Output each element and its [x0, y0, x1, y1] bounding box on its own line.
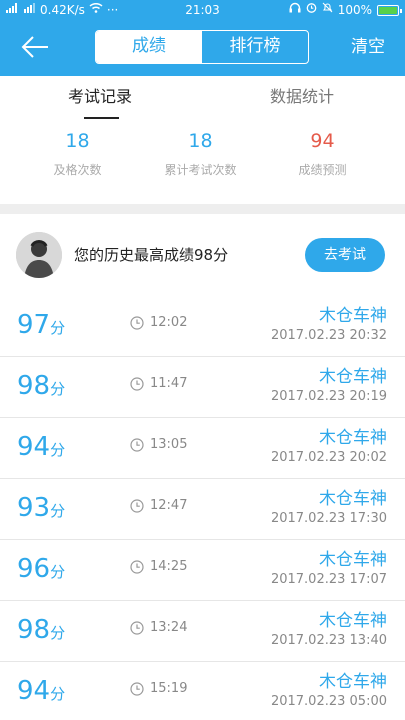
arrow-left-icon	[21, 36, 48, 58]
record-user-name: 木仓车神	[319, 367, 387, 387]
record-user-name: 木仓车神	[319, 306, 387, 326]
best-score-row: 您的历史最高成绩98分 去考试	[0, 214, 405, 296]
record-score: 98分	[17, 613, 65, 650]
record-duration: 15:19	[150, 681, 188, 696]
back-button[interactable]	[18, 32, 54, 62]
mute-icon	[322, 0, 333, 20]
battery-icon	[377, 4, 402, 16]
list-item[interactable]: 94分 13:05 木仓车神 2017.02.23 20:02	[0, 418, 405, 479]
stats-row: 18 及格次数 18 累计考试次数 94 成绩预测	[0, 126, 405, 196]
header: 成绩 排行榜 清空	[0, 20, 405, 76]
best-score-text: 您的历史最高成绩98分	[74, 246, 229, 264]
list-item[interactable]: 93分 12:47 木仓车神 2017.02.23 17:30	[0, 479, 405, 540]
active-tab-indicator	[84, 117, 119, 119]
score-unit: 分	[50, 441, 66, 459]
score-value: 98	[17, 615, 51, 645]
score-value: 97	[17, 310, 51, 340]
score-value: 96	[17, 554, 51, 584]
stat-label: 成绩预测	[298, 163, 347, 177]
tab-exam-records[interactable]: 考试记录	[68, 86, 132, 108]
record-date: 2017.02.23 13:40	[270, 633, 387, 648]
sub-tabs: 考试记录 数据统计	[0, 76, 405, 122]
record-user-name: 木仓车神	[319, 489, 387, 509]
record-duration: 12:02	[150, 315, 188, 330]
record-date: 2017.02.23 05:00	[270, 694, 387, 709]
status-right: 100%	[289, 0, 402, 20]
tab-ranking[interactable]: 排行榜	[202, 31, 308, 63]
record-duration: 13:24	[150, 620, 188, 635]
clock-icon	[130, 621, 144, 635]
status-bar: 0.42K/s ··· 21:03 100%	[0, 0, 405, 20]
stat-value: 18	[65, 130, 90, 152]
record-duration: 11:47	[150, 376, 188, 391]
record-user-name: 木仓车神	[319, 550, 387, 570]
clock-icon	[130, 682, 144, 696]
tab-score[interactable]: 成绩	[96, 31, 202, 63]
score-unit: 分	[50, 380, 66, 398]
stat-score-prediction: 94 成绩预测	[255, 126, 390, 178]
score-unit: 分	[50, 685, 66, 703]
score-unit: 分	[50, 319, 66, 337]
record-user-name: 木仓车神	[319, 428, 387, 448]
stat-value: 94	[310, 130, 335, 152]
battery-percent: 100%	[337, 3, 372, 17]
list-item[interactable]: 98分 13:24 木仓车神 2017.02.23 13:40	[0, 601, 405, 662]
records-list: 97分 12:02 木仓车神 2017.02.23 20:32 98分 11:47 木仓车神…	[0, 296, 405, 720]
clock-icon	[130, 377, 144, 391]
list-item[interactable]: 96分 14:25 木仓车神 2017.02.23 17:07	[0, 540, 405, 601]
record-score: 96分	[17, 552, 65, 589]
score-value: 94	[17, 676, 51, 706]
segmented-control: 成绩 排行榜	[95, 30, 309, 64]
list-item[interactable]: 98分 11:47 木仓车神 2017.02.23 20:19	[0, 357, 405, 418]
score-value: 94	[17, 432, 51, 462]
record-user-name: 木仓车神	[319, 611, 387, 631]
battery-fill	[379, 6, 397, 14]
clear-button[interactable]: 清空	[351, 34, 385, 60]
record-date: 2017.02.23 17:07	[270, 572, 387, 587]
stat-label: 累计考试次数	[164, 163, 237, 177]
score-unit: 分	[50, 563, 66, 581]
go-exam-button[interactable]: 去考试	[305, 238, 385, 272]
record-duration: 12:47	[150, 498, 188, 513]
stat-label: 及格次数	[53, 163, 102, 177]
avatar[interactable]	[16, 232, 62, 278]
alarm-icon	[306, 0, 317, 20]
stat-value: 18	[188, 130, 213, 152]
clock-icon	[130, 316, 144, 330]
record-score: 93分	[17, 491, 65, 528]
record-score: 98分	[17, 369, 65, 406]
record-date: 2017.02.23 20:19	[270, 389, 387, 404]
list-item[interactable]: 97分 12:02 木仓车神 2017.02.23 20:32	[0, 296, 405, 357]
score-unit: 分	[50, 624, 66, 642]
record-duration: 14:25	[150, 559, 188, 574]
score-value: 98	[17, 371, 51, 401]
clock-icon	[130, 499, 144, 513]
record-user-name: 木仓车神	[319, 672, 387, 692]
score-value: 93	[17, 493, 51, 523]
user-avatar-icon	[16, 232, 62, 278]
clock-icon	[130, 438, 144, 452]
record-date: 2017.02.23 20:32	[270, 328, 387, 343]
record-date: 2017.02.23 17:30	[270, 511, 387, 526]
record-score: 97分	[17, 308, 65, 345]
record-date: 2017.02.23 20:02	[270, 450, 387, 465]
headset-icon	[289, 0, 301, 20]
stat-pass-count: 18 及格次数	[10, 126, 145, 178]
record-score: 94分	[17, 674, 65, 711]
score-unit: 分	[50, 502, 66, 520]
record-score: 94分	[17, 430, 65, 467]
clock-icon	[130, 560, 144, 574]
list-item[interactable]: 94分 15:19 木仓车神 2017.02.23 05:00	[0, 662, 405, 720]
tab-data-statistics[interactable]: 数据统计	[270, 86, 334, 108]
section-divider	[0, 204, 405, 214]
record-duration: 13:05	[150, 437, 188, 452]
stat-total-exams: 18 累计考试次数	[133, 126, 268, 178]
